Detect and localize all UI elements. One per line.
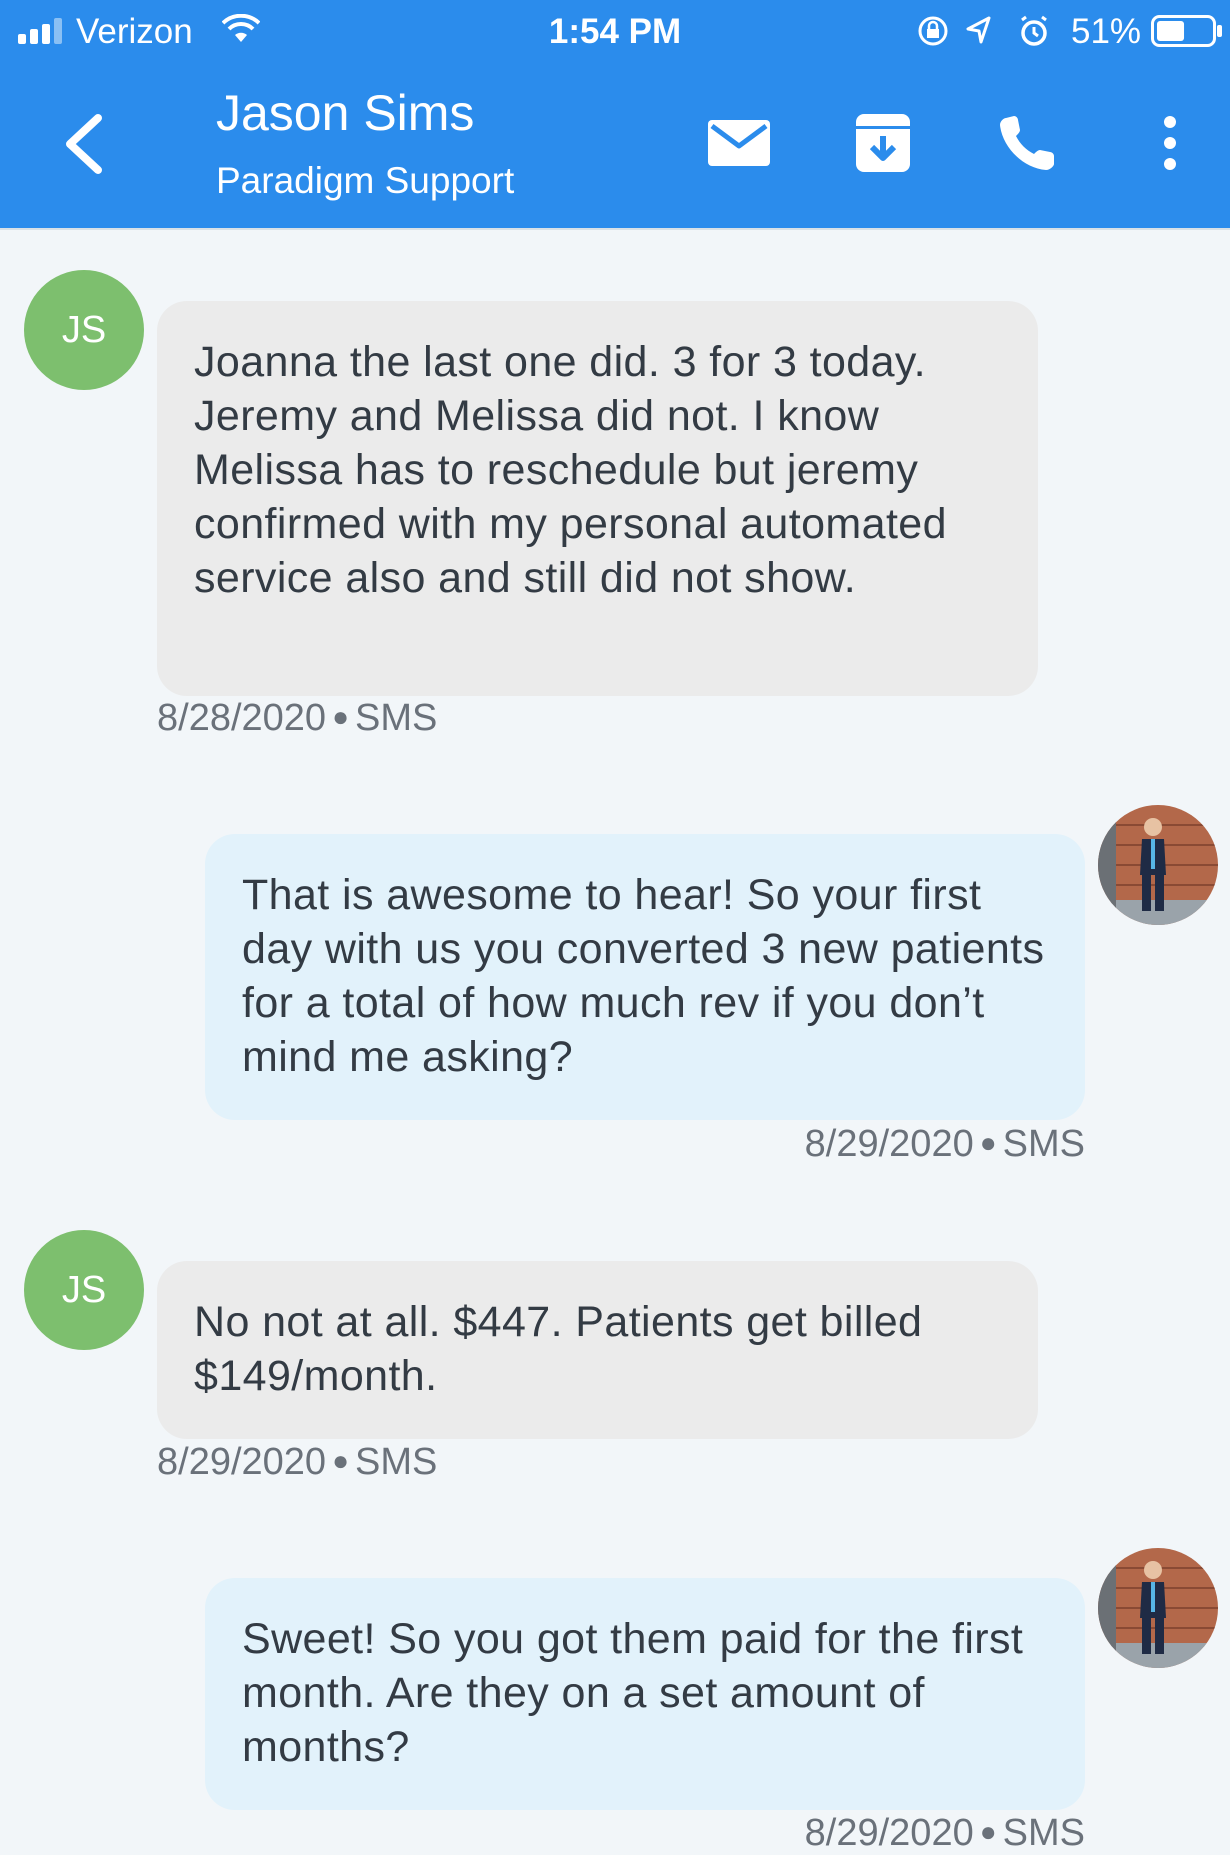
battery-icon (1151, 15, 1222, 47)
meta-separator: ● (979, 1127, 997, 1158)
mail-icon[interactable] (706, 112, 772, 174)
orientation-lock-icon (918, 16, 948, 46)
message-text: That is awesome to hear! So your first d… (242, 871, 1045, 1081)
back-icon[interactable] (60, 112, 108, 176)
user-avatar[interactable] (1098, 805, 1218, 925)
message-bubble-outgoing[interactable]: Sweet! So you got them paid for the firs… (205, 1578, 1085, 1810)
user-avatar[interactable] (1098, 1548, 1218, 1668)
meta-separator: ● (332, 701, 349, 732)
meta-separator: ● (979, 1816, 997, 1847)
message-date: 8/29/2020 (157, 1441, 327, 1483)
status-bar: Verizon 1:54 PM 51% (0, 0, 1230, 62)
battery-percent: 51% (1071, 12, 1142, 51)
contact-avatar[interactable]: JS (24, 1230, 144, 1350)
message-meta: 8/29/2020 ● SMS (805, 1812, 1085, 1855)
archive-icon[interactable] (850, 112, 916, 174)
message-meta: 8/28/2020 ● SMS (157, 697, 437, 740)
message-bubble-incoming[interactable]: Joanna the last one did. 3 for 3 today. … (157, 301, 1038, 696)
message-channel: SMS (1002, 1123, 1085, 1165)
user-photo (1098, 805, 1218, 925)
message-date: 8/29/2020 (804, 1123, 974, 1165)
status-icons (918, 15, 1047, 46)
message-bubble-outgoing[interactable]: That is awesome to hear! So your first d… (205, 834, 1085, 1120)
message-date: 8/28/2020 (157, 697, 327, 739)
message-bubble-incoming[interactable]: No not at all. $447. Patients get billed… (157, 1261, 1038, 1439)
conversation-header: Jason Sims Paradigm Support (0, 62, 1230, 228)
contact-name: Jason Sims (216, 85, 475, 141)
phone-icon[interactable] (996, 112, 1062, 174)
message-channel: SMS (354, 1441, 438, 1483)
user-photo (1098, 1548, 1218, 1668)
message-meta: 8/29/2020 ● SMS (805, 1123, 1085, 1166)
meta-separator: ● (332, 1445, 349, 1476)
message-text: Joanna the last one did. 3 for 3 today. … (194, 338, 947, 602)
message-channel: SMS (354, 697, 438, 739)
contact-avatar[interactable]: JS (24, 270, 144, 390)
contact-org: Paradigm Support (216, 160, 515, 201)
more-icon[interactable] (1150, 112, 1190, 174)
message-text: No not at all. $447. Patients get billed… (194, 1298, 923, 1400)
message-text: Sweet! So you got them paid for the firs… (242, 1615, 1024, 1771)
message-meta: 8/29/2020 ● SMS (157, 1441, 437, 1484)
alarm-icon (1021, 15, 1047, 46)
message-channel: SMS (1002, 1812, 1085, 1854)
location-icon (966, 16, 991, 44)
message-date: 8/29/2020 (804, 1812, 974, 1854)
header-divider (0, 228, 1230, 230)
